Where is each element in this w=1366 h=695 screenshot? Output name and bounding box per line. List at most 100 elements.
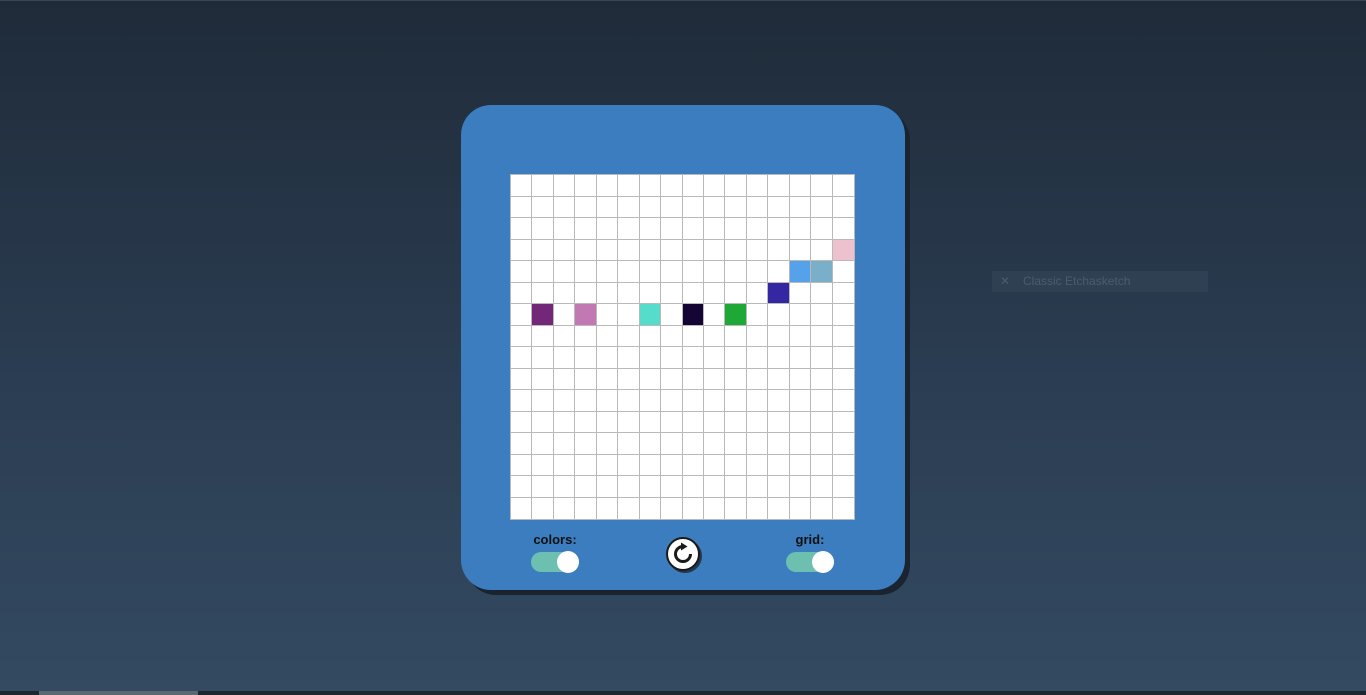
grid-cell[interactable] (768, 454, 790, 476)
grid-cell[interactable] (639, 325, 662, 347)
grid-cell[interactable] (703, 368, 726, 390)
grid-cell[interactable] (789, 368, 812, 390)
grid-cell[interactable] (682, 261, 704, 283)
horizontal-scrollbar[interactable] (0, 691, 1366, 695)
grid-cell[interactable] (553, 347, 576, 369)
grid-cell[interactable] (575, 196, 597, 218)
grid-cell[interactable] (811, 239, 833, 261)
grid-cell[interactable] (789, 304, 812, 326)
grid-cell[interactable] (511, 239, 533, 261)
grid-cell[interactable] (768, 368, 790, 390)
grid-cell[interactable] (832, 347, 854, 369)
grid-cell[interactable] (661, 282, 683, 304)
grid-cell[interactable] (725, 196, 747, 218)
grid-cell[interactable] (639, 497, 662, 519)
scrollbar-thumb[interactable] (39, 691, 198, 695)
grid-cell[interactable] (768, 261, 790, 283)
grid-cell[interactable] (811, 390, 833, 412)
grid-cell[interactable] (789, 454, 812, 476)
grid-cell[interactable] (511, 325, 533, 347)
grid-cell[interactable] (511, 411, 533, 433)
grid-cell[interactable] (811, 196, 833, 218)
grid-cell[interactable] (553, 454, 576, 476)
grid-cell[interactable] (703, 218, 726, 240)
grid-cell[interactable] (682, 454, 704, 476)
grid-cell[interactable] (682, 368, 704, 390)
grid-cell[interactable] (511, 218, 533, 240)
grid-cell[interactable] (768, 433, 790, 455)
grid-cell[interactable] (811, 497, 833, 519)
grid-cell[interactable] (725, 497, 747, 519)
grid-cell[interactable] (811, 175, 833, 197)
grid-cell[interactable] (532, 347, 554, 369)
grid-cell[interactable] (618, 390, 640, 412)
grid-cell[interactable] (596, 433, 619, 455)
grid-cell[interactable] (511, 304, 533, 326)
grid-cell[interactable] (682, 239, 704, 261)
grid-cell[interactable] (832, 282, 854, 304)
grid-cell[interactable] (639, 218, 662, 240)
grid-cell[interactable] (746, 476, 769, 498)
grid-cell[interactable] (575, 325, 597, 347)
grid-cell[interactable] (575, 368, 597, 390)
grid-cell[interactable] (532, 454, 554, 476)
grid-cell[interactable] (789, 239, 812, 261)
grid-cell[interactable] (596, 304, 619, 326)
grid-cell[interactable] (553, 390, 576, 412)
grid-cell[interactable] (811, 411, 833, 433)
grid-cell[interactable] (596, 175, 619, 197)
grid-cell[interactable] (832, 261, 854, 283)
grid-cell[interactable] (768, 325, 790, 347)
grid-cell[interactable] (703, 261, 726, 283)
grid-cell[interactable] (618, 239, 640, 261)
grid-cell[interactable] (618, 261, 640, 283)
grid-cell[interactable] (746, 218, 769, 240)
grid-cell[interactable] (768, 411, 790, 433)
grid-cell[interactable] (575, 411, 597, 433)
grid-cell[interactable] (682, 497, 704, 519)
grid-cell[interactable] (811, 368, 833, 390)
grid-cell[interactable] (725, 261, 747, 283)
grid-cell[interactable] (639, 390, 662, 412)
grid-cell[interactable] (768, 476, 790, 498)
grid-cell[interactable] (811, 325, 833, 347)
grid-cell[interactable] (532, 433, 554, 455)
grid-cell[interactable] (575, 347, 597, 369)
grid-cell[interactable] (682, 411, 704, 433)
grid-cell[interactable] (553, 282, 576, 304)
grid-cell[interactable] (575, 454, 597, 476)
grid-cell[interactable] (832, 368, 854, 390)
grid-cell[interactable] (703, 390, 726, 412)
grid-cell[interactable] (511, 433, 533, 455)
grid-cell[interactable] (639, 411, 662, 433)
grid-cell[interactable] (746, 239, 769, 261)
grid-cell[interactable] (661, 239, 683, 261)
grid-cell[interactable] (682, 325, 704, 347)
grid-cell[interactable] (725, 454, 747, 476)
grid-cell[interactable] (639, 282, 662, 304)
grid-cell[interactable] (725, 325, 747, 347)
grid-cell[interactable] (618, 325, 640, 347)
grid-cell[interactable] (703, 433, 726, 455)
grid-cell[interactable] (811, 433, 833, 455)
grid-toggle[interactable] (786, 551, 834, 573)
grid-cell[interactable] (661, 304, 683, 326)
grid-cell[interactable] (746, 497, 769, 519)
grid-cell[interactable] (639, 196, 662, 218)
grid-cell[interactable] (725, 175, 747, 197)
grid-cell[interactable] (811, 282, 833, 304)
grid-cell[interactable] (832, 304, 854, 326)
grid-cell[interactable] (725, 347, 747, 369)
grid-cell[interactable] (811, 347, 833, 369)
grid-cell[interactable] (618, 282, 640, 304)
grid-cell[interactable] (703, 282, 726, 304)
grid-cell[interactable] (596, 196, 619, 218)
grid-cell[interactable] (553, 261, 576, 283)
grid-cell[interactable] (553, 239, 576, 261)
grid-cell[interactable] (789, 218, 812, 240)
grid-cell[interactable] (618, 476, 640, 498)
drawing-grid[interactable] (510, 174, 855, 520)
grid-cell[interactable] (768, 390, 790, 412)
grid-cell[interactable] (532, 261, 554, 283)
grid-cell[interactable] (789, 196, 812, 218)
